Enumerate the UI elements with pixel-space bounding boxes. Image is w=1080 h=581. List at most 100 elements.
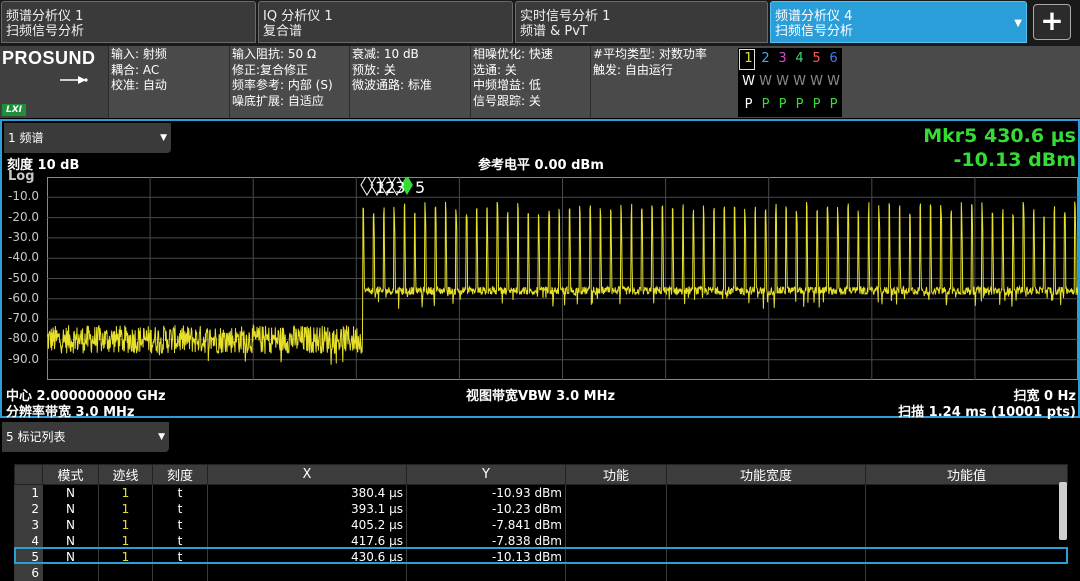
mode-cell: N [42, 517, 99, 533]
trace-indicator-panel[interactable]: 123456 WWWWWW PPPPPP [738, 48, 842, 117]
y-tick-label: -20.0 [8, 209, 40, 224]
function-width-cell [666, 517, 866, 533]
function-width-cell [666, 565, 866, 581]
lxi-badge: LXI [2, 104, 26, 116]
tab-title: 频谱分析仪 1 [6, 9, 84, 24]
trace-detector: P [778, 97, 787, 112]
setting-if-gain: 中频增益: 低 [473, 78, 541, 92]
trace-modes-row: WWWWWW [740, 74, 842, 89]
function-width-cell [666, 501, 866, 517]
spectrum-plot[interactable]: 123 5 [47, 177, 1078, 380]
tab-title: IQ 分析仪 1 [263, 9, 333, 24]
tab-subtitle: 扫频信号分析 [775, 24, 854, 39]
add-tab-button[interactable]: + [1033, 4, 1071, 40]
trace-mode: W [827, 74, 840, 89]
trace-cell: 1 [98, 517, 153, 533]
table-row[interactable]: 2 N 1 t 393.1 µs -10.23 dBm [14, 501, 1068, 517]
x-cell: 393.1 µs [207, 501, 407, 517]
y-tick-label: -90.0 [8, 351, 40, 366]
table-row[interactable]: 6 [14, 565, 1068, 581]
settings-attenuation-group[interactable]: 衰减: 10 dB 预放: 关 微波通路: 标准 [350, 46, 470, 118]
x-cell: 405.2 µs [207, 517, 407, 533]
rbw-label: 分辨率带宽 3.0 MHz [6, 405, 135, 420]
spectrum-window[interactable]: 1 频谱 ▼ Mkr5 430.6 µs -10.13 dBm 刻度 10 dB… [0, 119, 1080, 420]
scale-cell: t [152, 501, 208, 517]
setting-coupling: 耦合: AC [111, 62, 160, 77]
setting-attenuation: 衰减: 10 dB [352, 47, 419, 61]
x-cell: 380.4 µs [207, 484, 407, 501]
function-cell [565, 517, 667, 533]
ref-level-label: 参考电平 0.00 dBm [478, 158, 604, 173]
chevron-down-icon[interactable]: ▼ [1014, 16, 1022, 31]
trace-mode: W [742, 74, 755, 89]
function-cell [565, 484, 667, 501]
settings-impedance-group[interactable]: 输入阻抗: 50 Ω 修正:复合修正 频率参考: 内部 (S) 噪底扩展: 自适… [230, 46, 349, 118]
setting-preamp: 预放: 关 [352, 62, 396, 77]
setting-gate: 选通: 关 [473, 62, 517, 77]
window-select-dropdown[interactable]: 5 标记列表 ▼ [2, 422, 169, 452]
setting-correction: 修正:复合修正 [232, 62, 309, 77]
settings-average-group[interactable]: #平均类型: 对数功率 触发: 自由运行 [591, 46, 736, 118]
tab-realtime-analysis-1[interactable]: 实时信号分析 1 频谱 & PvT [515, 1, 768, 43]
row-number-cell: 1 [14, 484, 43, 501]
col-x: X [207, 464, 407, 485]
tab-spectrum-analyzer-1[interactable]: 频谱分析仪 1 扫频信号分析 [1, 1, 256, 43]
active-marker-label: 5 [415, 178, 425, 197]
trace-cell [98, 565, 153, 581]
trace-mode: W [776, 74, 789, 89]
table-scrollbar[interactable] [1059, 482, 1067, 540]
function-value-cell [865, 484, 1068, 501]
table-header-row: 模式 迹线 刻度 X Y 功能 功能宽度 功能值 [14, 464, 1068, 485]
setting-input: 输入: 射频 [111, 47, 167, 61]
trace-cell: 1 [98, 501, 153, 517]
y-cell: -7.841 dBm [406, 517, 566, 533]
input-arrow-icon [60, 74, 88, 89]
y-tick-label: -30.0 [8, 229, 40, 244]
mode-cell: N [42, 501, 99, 517]
window-select-dropdown[interactable]: 1 频谱 ▼ [4, 123, 171, 153]
selected-row-highlight [14, 547, 1068, 564]
setting-trigger: 触发: 自由运行 [593, 62, 673, 77]
col-mode: 模式 [42, 464, 99, 485]
setting-signal-track: 信号跟踪: 关 [473, 93, 541, 108]
function-cell [565, 501, 667, 517]
settings-input-group[interactable]: 输入: 射频 耦合: AC 校准: 自动 [109, 46, 229, 118]
y-cell: -10.93 dBm [406, 484, 566, 501]
trace-detector: P [795, 97, 804, 112]
settings-phase-noise-group[interactable]: 相噪优化: 快速 选通: 关 中频增益: 低 信号跟踪: 关 [471, 46, 590, 118]
trace-detector: P [761, 97, 770, 112]
table-row[interactable]: 1 N 1 t 380.4 µs -10.93 dBm [14, 484, 1068, 501]
y-tick-label: -40.0 [8, 250, 40, 265]
y-tick-label: -50.0 [8, 270, 40, 285]
row-number-cell: 3 [14, 517, 43, 533]
y-tick-label: -70.0 [8, 311, 40, 326]
setting-mw-path: 微波通路: 标准 [352, 78, 432, 92]
tab-subtitle: 复合谱 [263, 24, 303, 39]
chevron-down-icon: ▼ [158, 432, 165, 442]
row-number-cell: 2 [14, 501, 43, 517]
trace-mode: W [793, 74, 806, 89]
trace-detector: P [744, 97, 753, 112]
tab-iq-analyzer-1[interactable]: IQ 分析仪 1 复合谱 [258, 1, 513, 43]
tab-bar: 频谱分析仪 1 扫频信号分析 IQ 分析仪 1 复合谱 实时信号分析 1 频谱 … [0, 0, 1080, 46]
window-select-label: 1 频谱 [8, 131, 44, 145]
marker-readout-x: Mkr5 430.6 µs [923, 125, 1076, 147]
table-row[interactable]: 3 N 1 t 405.2 µs -7.841 dBm [14, 517, 1068, 533]
row-number-cell: 6 [14, 565, 43, 581]
trace-number: 4 [795, 51, 804, 66]
trace-number: 3 [778, 51, 787, 66]
trace-number: 1 [744, 51, 753, 66]
setting-average-type: #平均类型: 对数功率 [593, 47, 707, 61]
y-cell: -10.23 dBm [406, 501, 566, 517]
col-y: Y [406, 464, 566, 485]
trace-detector: P [812, 97, 821, 112]
y-tick-label: -80.0 [8, 331, 40, 346]
vbw-label: 视图带宽VBW 3.0 MHz [466, 389, 616, 404]
tab-subtitle: 频谱 & PvT [520, 24, 588, 39]
tab-title: 频谱分析仪 4 [775, 9, 853, 24]
tab-spectrum-analyzer-4[interactable]: 频谱分析仪 4 扫频信号分析 ▼ [770, 1, 1027, 43]
function-cell [565, 565, 667, 581]
mode-cell [42, 565, 99, 581]
trace-mode: W [810, 74, 823, 89]
setting-impedance: 输入阻抗: 50 Ω [232, 47, 317, 61]
